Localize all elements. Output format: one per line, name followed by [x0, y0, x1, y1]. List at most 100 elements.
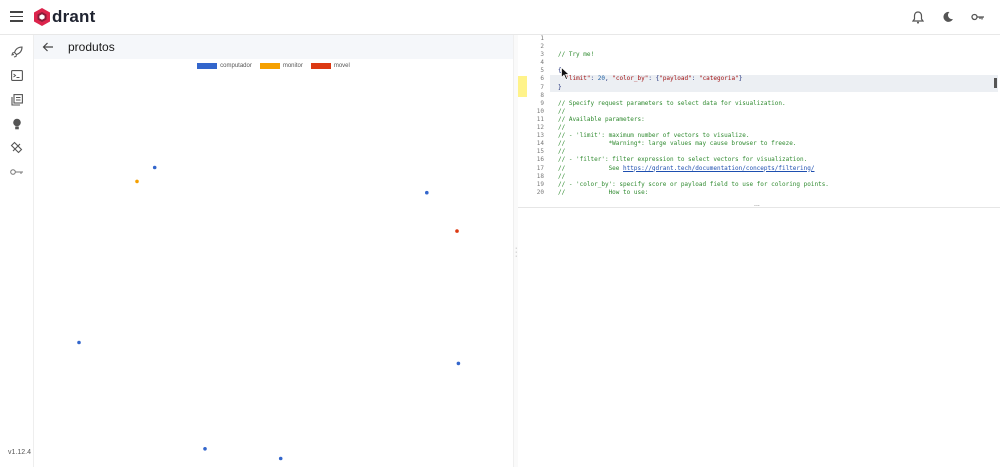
code-line[interactable]: 8 — [518, 92, 1000, 100]
scatter-point[interactable] — [203, 447, 207, 451]
legend-label: movel — [333, 63, 350, 69]
app-logo-text: drant — [52, 7, 96, 26]
code-line[interactable]: 10 // — [518, 108, 1000, 116]
code-text: // — [558, 148, 566, 156]
app-logo[interactable]: drant — [34, 6, 96, 28]
code-text: // *Warning*: large values may cause bro… — [558, 140, 797, 148]
code-text: // - 'limit': maximum number of vectors … — [558, 132, 750, 140]
code-line[interactable]: 5{ — [518, 67, 1000, 75]
code-line[interactable]: 13 // - 'limit': maximum number of vector… — [518, 132, 1000, 140]
code-text: // — [558, 107, 566, 115]
code-line[interactable]: 20 // How to use: — [518, 189, 1000, 197]
code-line[interactable]: 4 — [518, 59, 1000, 67]
legend-item[interactable]: movel — [310, 63, 350, 69]
line-number: 8 — [540, 91, 544, 99]
top-actions — [910, 9, 986, 25]
line-number: 20 — [536, 188, 544, 196]
rocket-icon[interactable] — [9, 44, 24, 59]
bell-icon[interactable] — [910, 9, 926, 25]
code-line[interactable]: 15 // — [518, 148, 1000, 156]
scatter-point[interactable] — [152, 165, 157, 170]
scatter-point[interactable] — [278, 456, 283, 461]
datasets-icon[interactable] — [9, 140, 24, 155]
legend-swatch — [197, 63, 218, 69]
code-text: // - 'filter': filter expression to sele… — [558, 156, 808, 164]
code-text: // - 'color_by': specify score or payloa… — [558, 180, 829, 188]
code-line[interactable]: 18 // — [518, 173, 1000, 181]
code-line[interactable]: 16 // - 'filter': filter expression to se… — [518, 156, 1000, 164]
scatter-point[interactable] — [135, 179, 139, 184]
code-text: // Try me! — [558, 51, 595, 59]
key-icon[interactable] — [970, 9, 986, 25]
line-number: 15 — [536, 148, 544, 156]
code-line[interactable]: 7} — [518, 84, 1000, 92]
visualization-panel: produtos computador monitor movel — [34, 35, 513, 467]
code-line[interactable]: 6 "limit": 20, "color_by": {"payload": "… — [518, 75, 1000, 83]
line-number: 14 — [536, 140, 544, 148]
legend-item[interactable]: computador — [197, 63, 252, 69]
code-text: // See https://qdrant.tech/documentation… — [558, 164, 815, 172]
code-line[interactable]: 17 // See https://qdrant.tech/documentati… — [518, 165, 1000, 173]
line-number: 17 — [536, 164, 544, 172]
code-line[interactable]: 2 — [518, 43, 1000, 51]
code-line[interactable]: 3 // Try me! — [518, 51, 1000, 59]
scatter-point[interactable] — [456, 361, 461, 366]
access-key-icon[interactable] — [9, 164, 24, 179]
code-lines: 1 2 3// Try me! 4 5{6 "limit": 20, "color_by… — [518, 35, 1000, 197]
code-text: "limit": 20, "color_by": {"payload": "ca… — [565, 75, 743, 83]
code-line[interactable]: 12 // — [518, 124, 1000, 132]
moon-icon[interactable] — [940, 9, 956, 25]
request-editor[interactable]: 1 2 3// Try me! 4 5{6 "limit": 20, "color_by… — [518, 35, 1000, 208]
line-number: 12 — [536, 124, 544, 132]
line-number: 4 — [540, 59, 544, 67]
hamburger-icon[interactable] — [10, 11, 23, 22]
scatter-point[interactable] — [77, 340, 81, 345]
scatter-point[interactable] — [455, 229, 459, 233]
console-icon[interactable] — [9, 68, 24, 83]
chart-legend: computador monitor movel — [34, 63, 513, 69]
collection-header: produtos — [34, 35, 513, 59]
code-text: } — [558, 83, 562, 91]
side-navigation: v1.12.4 — [0, 35, 34, 467]
line-number: 10 — [536, 107, 544, 115]
more-lines-marker: ... — [754, 201, 760, 208]
line-number: 5 — [540, 67, 544, 75]
code-line[interactable]: 14 // *Warning*: large values may cause b… — [518, 140, 1000, 148]
legend-label: monitor — [282, 63, 303, 69]
line-number: 9 — [540, 99, 544, 107]
code-text: // Specify request parameters to select … — [558, 99, 786, 107]
drag-handle-icon[interactable]: · · · — [515, 245, 517, 260]
code-text: // Available parameters: — [558, 115, 645, 123]
collections-icon[interactable] — [9, 92, 24, 107]
qdrant-logo-icon — [34, 8, 50, 26]
code-line[interactable]: 9 // Specify request parameters to select… — [518, 100, 1000, 108]
code-text: // — [558, 124, 566, 132]
line-number: 11 — [536, 115, 544, 123]
editor-scroll-thumb[interactable] — [994, 78, 997, 88]
version-label: v1.12.4 — [8, 449, 31, 456]
legend-label: computador — [220, 63, 252, 69]
top-app-bar: drant — [0, 0, 1000, 35]
line-number: 2 — [540, 43, 544, 51]
code-text: // — [558, 172, 566, 180]
mouse-cursor-icon — [561, 67, 570, 80]
code-line[interactable]: 11 // Available parameters: — [518, 116, 1000, 124]
scatter-point[interactable] — [425, 190, 429, 195]
code-line[interactable]: 19 // - 'color_by': specify score or payl… — [518, 181, 1000, 189]
legend-swatch — [259, 63, 280, 69]
arrow-left-icon[interactable] — [42, 40, 56, 54]
line-number: 3 — [540, 51, 544, 59]
line-number: 1 — [540, 35, 544, 42]
scatter-plot[interactable] — [34, 79, 513, 467]
lightbulb-icon[interactable] — [9, 116, 24, 131]
line-number: 18 — [536, 172, 544, 180]
line-number: 13 — [536, 132, 544, 140]
line-number: 16 — [536, 156, 544, 164]
code-line[interactable]: 1 — [518, 35, 1000, 43]
page-title: produtos — [68, 40, 115, 54]
legend-swatch — [310, 63, 331, 69]
code-text: // How to use: — [558, 188, 649, 196]
line-number: 19 — [536, 180, 544, 188]
line-number: 7 — [540, 83, 544, 91]
legend-item[interactable]: monitor — [259, 63, 303, 69]
